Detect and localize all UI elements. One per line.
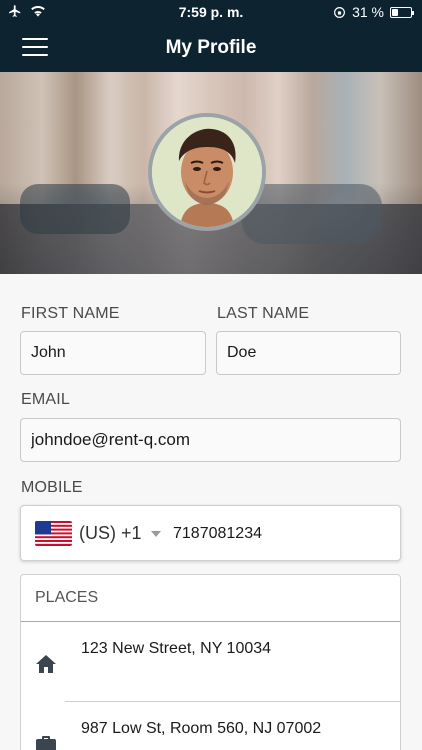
battery-percentage: 31 % — [352, 4, 384, 20]
place-item-home[interactable]: 123 New Street, NY 10034 — [21, 622, 400, 702]
page-title: My Profile — [165, 37, 257, 58]
battery-icon — [390, 6, 414, 18]
chevron-down-icon[interactable] — [151, 531, 161, 537]
us-flag-icon[interactable] — [35, 521, 72, 546]
first-name-label: FIRST NAME — [21, 305, 120, 322]
home-icon — [36, 655, 56, 673]
place-address: 123 New Street, NY 10034 — [81, 640, 272, 657]
mobile-label: MOBILE — [21, 479, 83, 496]
app-header: My Profile — [0, 24, 422, 72]
places-title: PLACES — [35, 589, 99, 606]
avatar[interactable] — [148, 113, 266, 231]
last-name-input[interactable] — [216, 331, 401, 375]
orientation-lock-icon — [334, 6, 346, 18]
email-label: EMAIL — [21, 391, 71, 408]
place-address: 987 Low St, Room 560, NJ 07002 — [81, 720, 322, 737]
country-code-selector[interactable]: (US) +1 — [79, 523, 142, 544]
places-card: PLACES 123 New Street, NY 10034 987 Low … — [20, 574, 401, 750]
place-item-work[interactable]: 987 Low St, Room 560, NJ 07002 — [21, 702, 400, 750]
status-bar: 7:59 p. m. 31 % — [0, 0, 422, 24]
first-name-input[interactable] — [20, 331, 206, 375]
email-input[interactable] — [20, 418, 401, 462]
last-name-label: LAST NAME — [217, 305, 310, 322]
phone-number-input[interactable]: 7187081234 — [173, 525, 262, 543]
mobile-field[interactable]: (US) +1 7187081234 — [20, 505, 401, 561]
briefcase-icon — [36, 736, 56, 750]
